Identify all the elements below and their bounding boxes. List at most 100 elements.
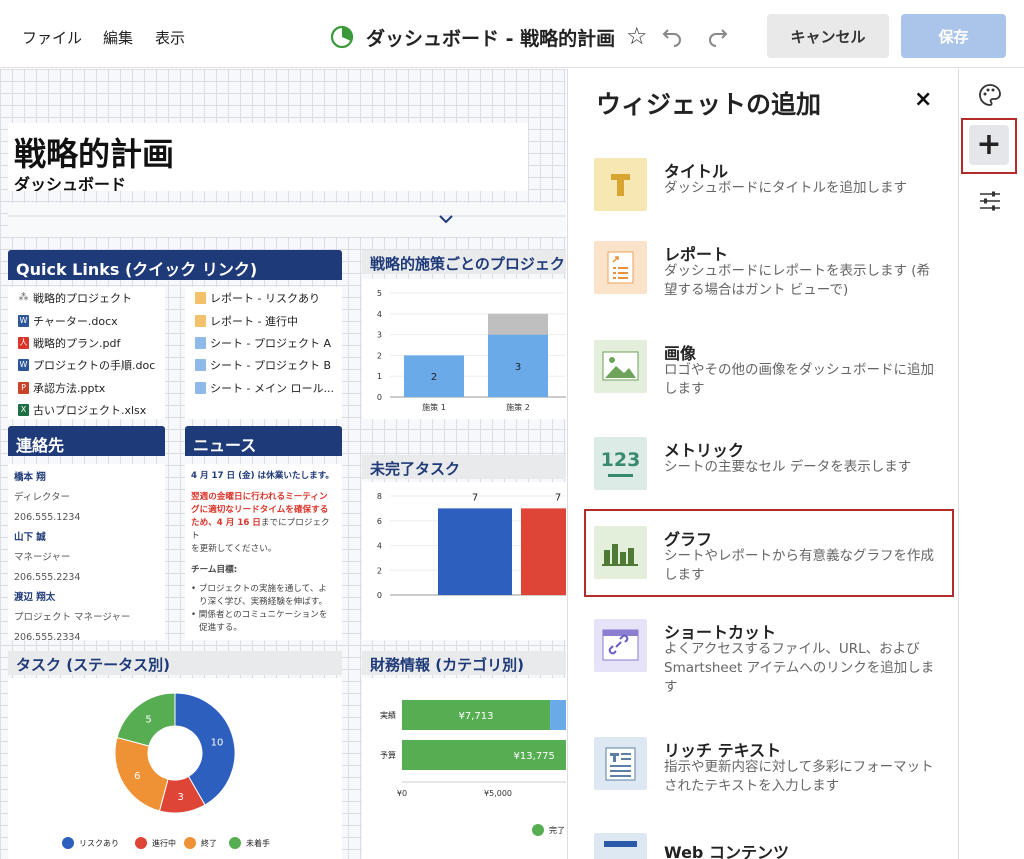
widget-option-title[interactable]: タイトル ダッシュボードにタイトルを追加します [594, 158, 934, 218]
y-tick-label: 6 [377, 517, 382, 526]
slice-label: 3 [177, 792, 183, 803]
dashboard-icon [330, 25, 354, 49]
sheet-icon [195, 381, 206, 394]
y-tick-label: 4 [377, 542, 382, 551]
y-tick-label: 実績 [380, 710, 396, 720]
add-widget-button[interactable]: + [969, 125, 1009, 165]
news-goal: 促進する。 [199, 623, 242, 633]
quick-link-item[interactable]: シート - メイン ロール... [195, 377, 342, 399]
legend-swatch [532, 824, 544, 836]
word-icon: W [18, 314, 29, 327]
contact-name: 山下 誠 [14, 532, 46, 543]
metric-icon-glyph: 123 [600, 449, 641, 471]
quick-link-item[interactable]: W チャーター.docx [18, 309, 165, 331]
contacts-header: 連絡先 [8, 426, 165, 456]
excel-icon: X [18, 404, 29, 417]
widget-option-metric[interactable]: 123 メトリック シートの主要なセル データを表示します [594, 437, 934, 497]
quick-link-item[interactable]: レポート - リスクあり [195, 287, 342, 309]
tasks-status-header: タスク (ステータス別) [8, 651, 342, 675]
y-tick-label: 4 [377, 310, 382, 319]
initiative-chart-svg: 0 1 2 3 4 5 2 施策 1 3 施策 2 [377, 289, 566, 412]
finance-header: 財務情報 (カテゴリ別) [362, 651, 566, 675]
menu-edit[interactable]: 編集 [103, 27, 133, 48]
legend-label: 終了 [201, 838, 217, 848]
contact-role: マネージャー [14, 552, 71, 563]
contact-phone: 206.555.1234 [14, 512, 81, 523]
quick-link-item[interactable]: W プロジェクトの手順.doc [18, 354, 165, 376]
sheets-icon: ⁂ [18, 292, 29, 304]
shortcut-widget-icon [594, 619, 647, 672]
quick-link-label: シート - プロジェクト A [210, 336, 331, 350]
quick-link-item[interactable]: ⁂ 戦略的プロジェクト [18, 287, 165, 309]
y-tick-label: 1 [377, 372, 382, 381]
donut-slice [114, 736, 169, 812]
quick-link-item[interactable]: シート - プロジェクト A [195, 332, 342, 354]
data-label: 3 [515, 362, 521, 373]
y-tick-label: 0 [377, 591, 382, 600]
bar [521, 508, 566, 595]
menu-file[interactable]: ファイル [22, 27, 82, 48]
top-toolbar: ファイル 編集 表示 ダッシュボード - 戦略的計画 ☆ キャンセル 保存 [0, 0, 1024, 68]
y-tick-label: 2 [377, 566, 382, 575]
widget-description: ダッシュボードにレポートを表示します (希望する場合はガント ビューで) [664, 263, 931, 298]
y-tick-label: 0 [377, 393, 382, 402]
widget-option-shortcut[interactable]: ショートカット よくアクセスするファイル、URL、および Smartsheet … [594, 619, 934, 709]
x-tick-label: ¥0 [397, 789, 407, 798]
news-body: 4 月 17 日 (金) は休業いたします。 翌週の金曜日に行われるミーティン … [185, 464, 342, 640]
quick-link-label: 承認方法.pptx [33, 381, 106, 395]
widget-option-report[interactable]: レポート ダッシュボードにレポートを表示します (希望する場合はガント ビューで… [594, 241, 934, 321]
title-widget[interactable]: 戦略的計画 ダッシュボード [8, 123, 528, 191]
slice-label: 6 [134, 771, 140, 782]
x-tick-label: ¥5,000 [484, 789, 512, 798]
undo-icon[interactable] [660, 24, 684, 48]
redo-icon[interactable] [706, 24, 730, 48]
palette-icon[interactable] [978, 83, 1002, 107]
news-text-line: を更新してください。 [191, 544, 277, 554]
quick-link-item[interactable]: シート - プロジェクト B [195, 354, 342, 376]
settings-sliders-icon[interactable] [978, 190, 1002, 212]
news-header: ニュース [185, 426, 342, 456]
metric-widget-icon: 123 [594, 437, 647, 490]
quick-link-item[interactable]: P 承認方法.pptx [18, 377, 165, 399]
open-tasks-header: 未完了タスク [362, 455, 566, 479]
news-alert-line: 翌週の金曜日に行われるミーティン [191, 492, 328, 502]
cancel-button[interactable]: キャンセル [767, 14, 889, 58]
widget-option-image[interactable]: 画像 ロゴやその他の画像をダッシュボードに追加します [594, 340, 934, 410]
dashboard-subtitle: ダッシュボード [14, 175, 127, 191]
legend-label: リスクあり [79, 839, 119, 848]
news-alert-date: ため、4 月 16 日 [191, 518, 261, 528]
report-icon [195, 314, 206, 327]
initiative-chart[interactable]: 0 1 2 3 4 5 2 施策 1 3 施策 2 [362, 279, 566, 419]
widget-title: Web コンテンツ [664, 843, 789, 859]
widget-option-rich-text[interactable]: リッチ テキスト 指示や更新内容に対して多彩にフォーマットされたテキストを入力し… [594, 737, 934, 807]
menu-view[interactable]: 表示 [155, 27, 185, 48]
chart-option-highlight [584, 509, 954, 597]
legend-swatch [62, 837, 74, 849]
widget-description: シートの主要なセル データを表示します [664, 459, 912, 475]
data-label: 7 [472, 492, 478, 503]
quick-link-label: レポート - 進行中 [210, 314, 298, 328]
expand-bar[interactable] [8, 203, 566, 237]
y-tick-label: 8 [377, 492, 382, 501]
quick-link-item[interactable]: レポート - 進行中 [195, 309, 342, 331]
news-goal: • 関係者とのコミュニケーションを [191, 610, 328, 620]
widget-option-web-content[interactable]: Web コンテンツ [594, 833, 934, 859]
finance-chart[interactable]: 実績¥7,713¥9,014予算¥13,775¥0¥5,000¥10,000完了 [362, 678, 566, 859]
save-button[interactable]: 保存 [901, 14, 1006, 58]
tasks-status-chart[interactable]: 10 3 6 5 リスクあり 進行中 終了 未着手 [8, 678, 342, 859]
powerpoint-icon: P [18, 381, 29, 394]
quick-links-right-list: レポート - リスクあり レポート - 進行中 シート - プロジェクト A シ… [185, 287, 342, 419]
quick-link-label: チャーター.docx [33, 314, 118, 328]
title-widget-icon [594, 158, 647, 211]
quick-link-item[interactable]: X 古いプロジェクト.xlsx [18, 399, 165, 419]
news-text-line: ため、4 月 16 日までにプロジェクト [191, 517, 336, 543]
open-tasks-chart[interactable]: 0 2 4 6 8 7 7 [362, 482, 566, 640]
contact-name: 渡辺 翔太 [14, 592, 56, 603]
quick-link-item[interactable]: 人戦略的プラン.pdf [18, 332, 165, 354]
chevron-down-icon[interactable] [438, 213, 454, 225]
legend-label: 進行中 [152, 838, 176, 848]
close-icon[interactable]: × [914, 87, 932, 112]
star-icon[interactable]: ☆ [626, 22, 648, 50]
sheet-icon [195, 359, 206, 372]
quick-link-label: プロジェクトの手順.doc [33, 359, 156, 373]
